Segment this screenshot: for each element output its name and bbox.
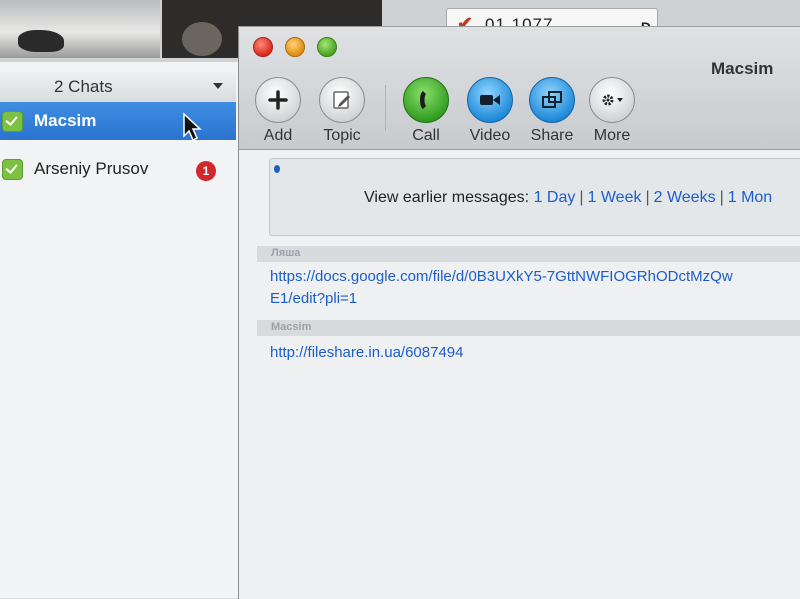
add-button[interactable]: Add — [241, 77, 315, 147]
chat-item-name: Arseniy Prusov — [34, 159, 149, 178]
chats-dropdown[interactable]: 2 Chats — [0, 72, 236, 103]
window-title: Macsim — [711, 59, 774, 78]
plus-icon — [255, 77, 301, 123]
message-link-continuation[interactable]: E1/edit?pli=1 — [270, 290, 357, 307]
call-button-label: Call — [412, 127, 440, 144]
message-transcript: View earlier messages: 1 Day | 1 Week | 2 We… — [239, 150, 800, 599]
topic-button[interactable]: Topic — [305, 77, 379, 147]
earlier-link-1-month[interactable]: 1 Mon — [728, 189, 772, 206]
topic-button-label: Topic — [323, 127, 361, 144]
chat-item-name: Macsim — [34, 111, 97, 130]
earlier-messages-label: View earlier messages: — [364, 189, 530, 206]
message-sender-header: Ляша — [257, 246, 800, 262]
chat-item-arseniy-prusov[interactable]: Arseniy Prusov 1 — [0, 150, 236, 188]
phone-icon — [403, 77, 449, 123]
message-link[interactable]: http://fileshare.in.ua/6087494 — [270, 344, 463, 361]
contact-status-icon — [2, 111, 23, 132]
chats-sidebar: 2 Chats Macsim Arseniy Prusov 1 — [0, 62, 241, 598]
more-button-label: More — [593, 127, 631, 144]
minimize-window-button[interactable] — [285, 37, 305, 57]
chevron-down-icon — [213, 83, 223, 89]
zoom-window-button[interactable] — [317, 37, 337, 57]
earlier-link-1-week[interactable]: 1 Week — [588, 189, 642, 206]
message-sender-header: Macsim — [257, 320, 800, 336]
chat-window: Macsim Add Topic Call Video Share More V… — [238, 26, 800, 599]
gear-icon — [589, 77, 635, 123]
message-sender: Ляша — [271, 247, 301, 259]
earlier-link-2-weeks[interactable]: 2 Weeks — [654, 189, 716, 206]
add-button-label: Add — [263, 127, 293, 144]
message-sender: Macsim — [271, 321, 312, 333]
earlier-link-1-day[interactable]: 1 Day — [534, 189, 576, 206]
contact-status-icon — [2, 159, 23, 180]
earlier-messages-line: View earlier messages: 1 Day | 1 Week | 2 We… — [364, 189, 773, 206]
pencil-icon — [319, 77, 365, 123]
message-link[interactable]: https://docs.google.com/file/d/0B3UXkY5-… — [270, 268, 733, 285]
chats-count-label: 2 Chats — [54, 77, 113, 96]
chat-toolbar: Macsim Add Topic Call Video Share More — [239, 27, 800, 150]
call-button[interactable]: Call — [389, 77, 463, 147]
earlier-messages-box: View earlier messages: 1 Day | 1 Week | 2 We… — [269, 158, 800, 236]
more-button[interactable]: More — [575, 77, 649, 147]
background-photo-thumbnail — [0, 0, 160, 58]
unread-badge: 1 — [196, 161, 216, 181]
indicator-dot-icon — [274, 165, 280, 173]
video-camera-icon — [467, 77, 513, 123]
close-window-button[interactable] — [253, 37, 273, 57]
share-screen-icon — [529, 77, 575, 123]
toolbar-divider — [385, 85, 386, 131]
